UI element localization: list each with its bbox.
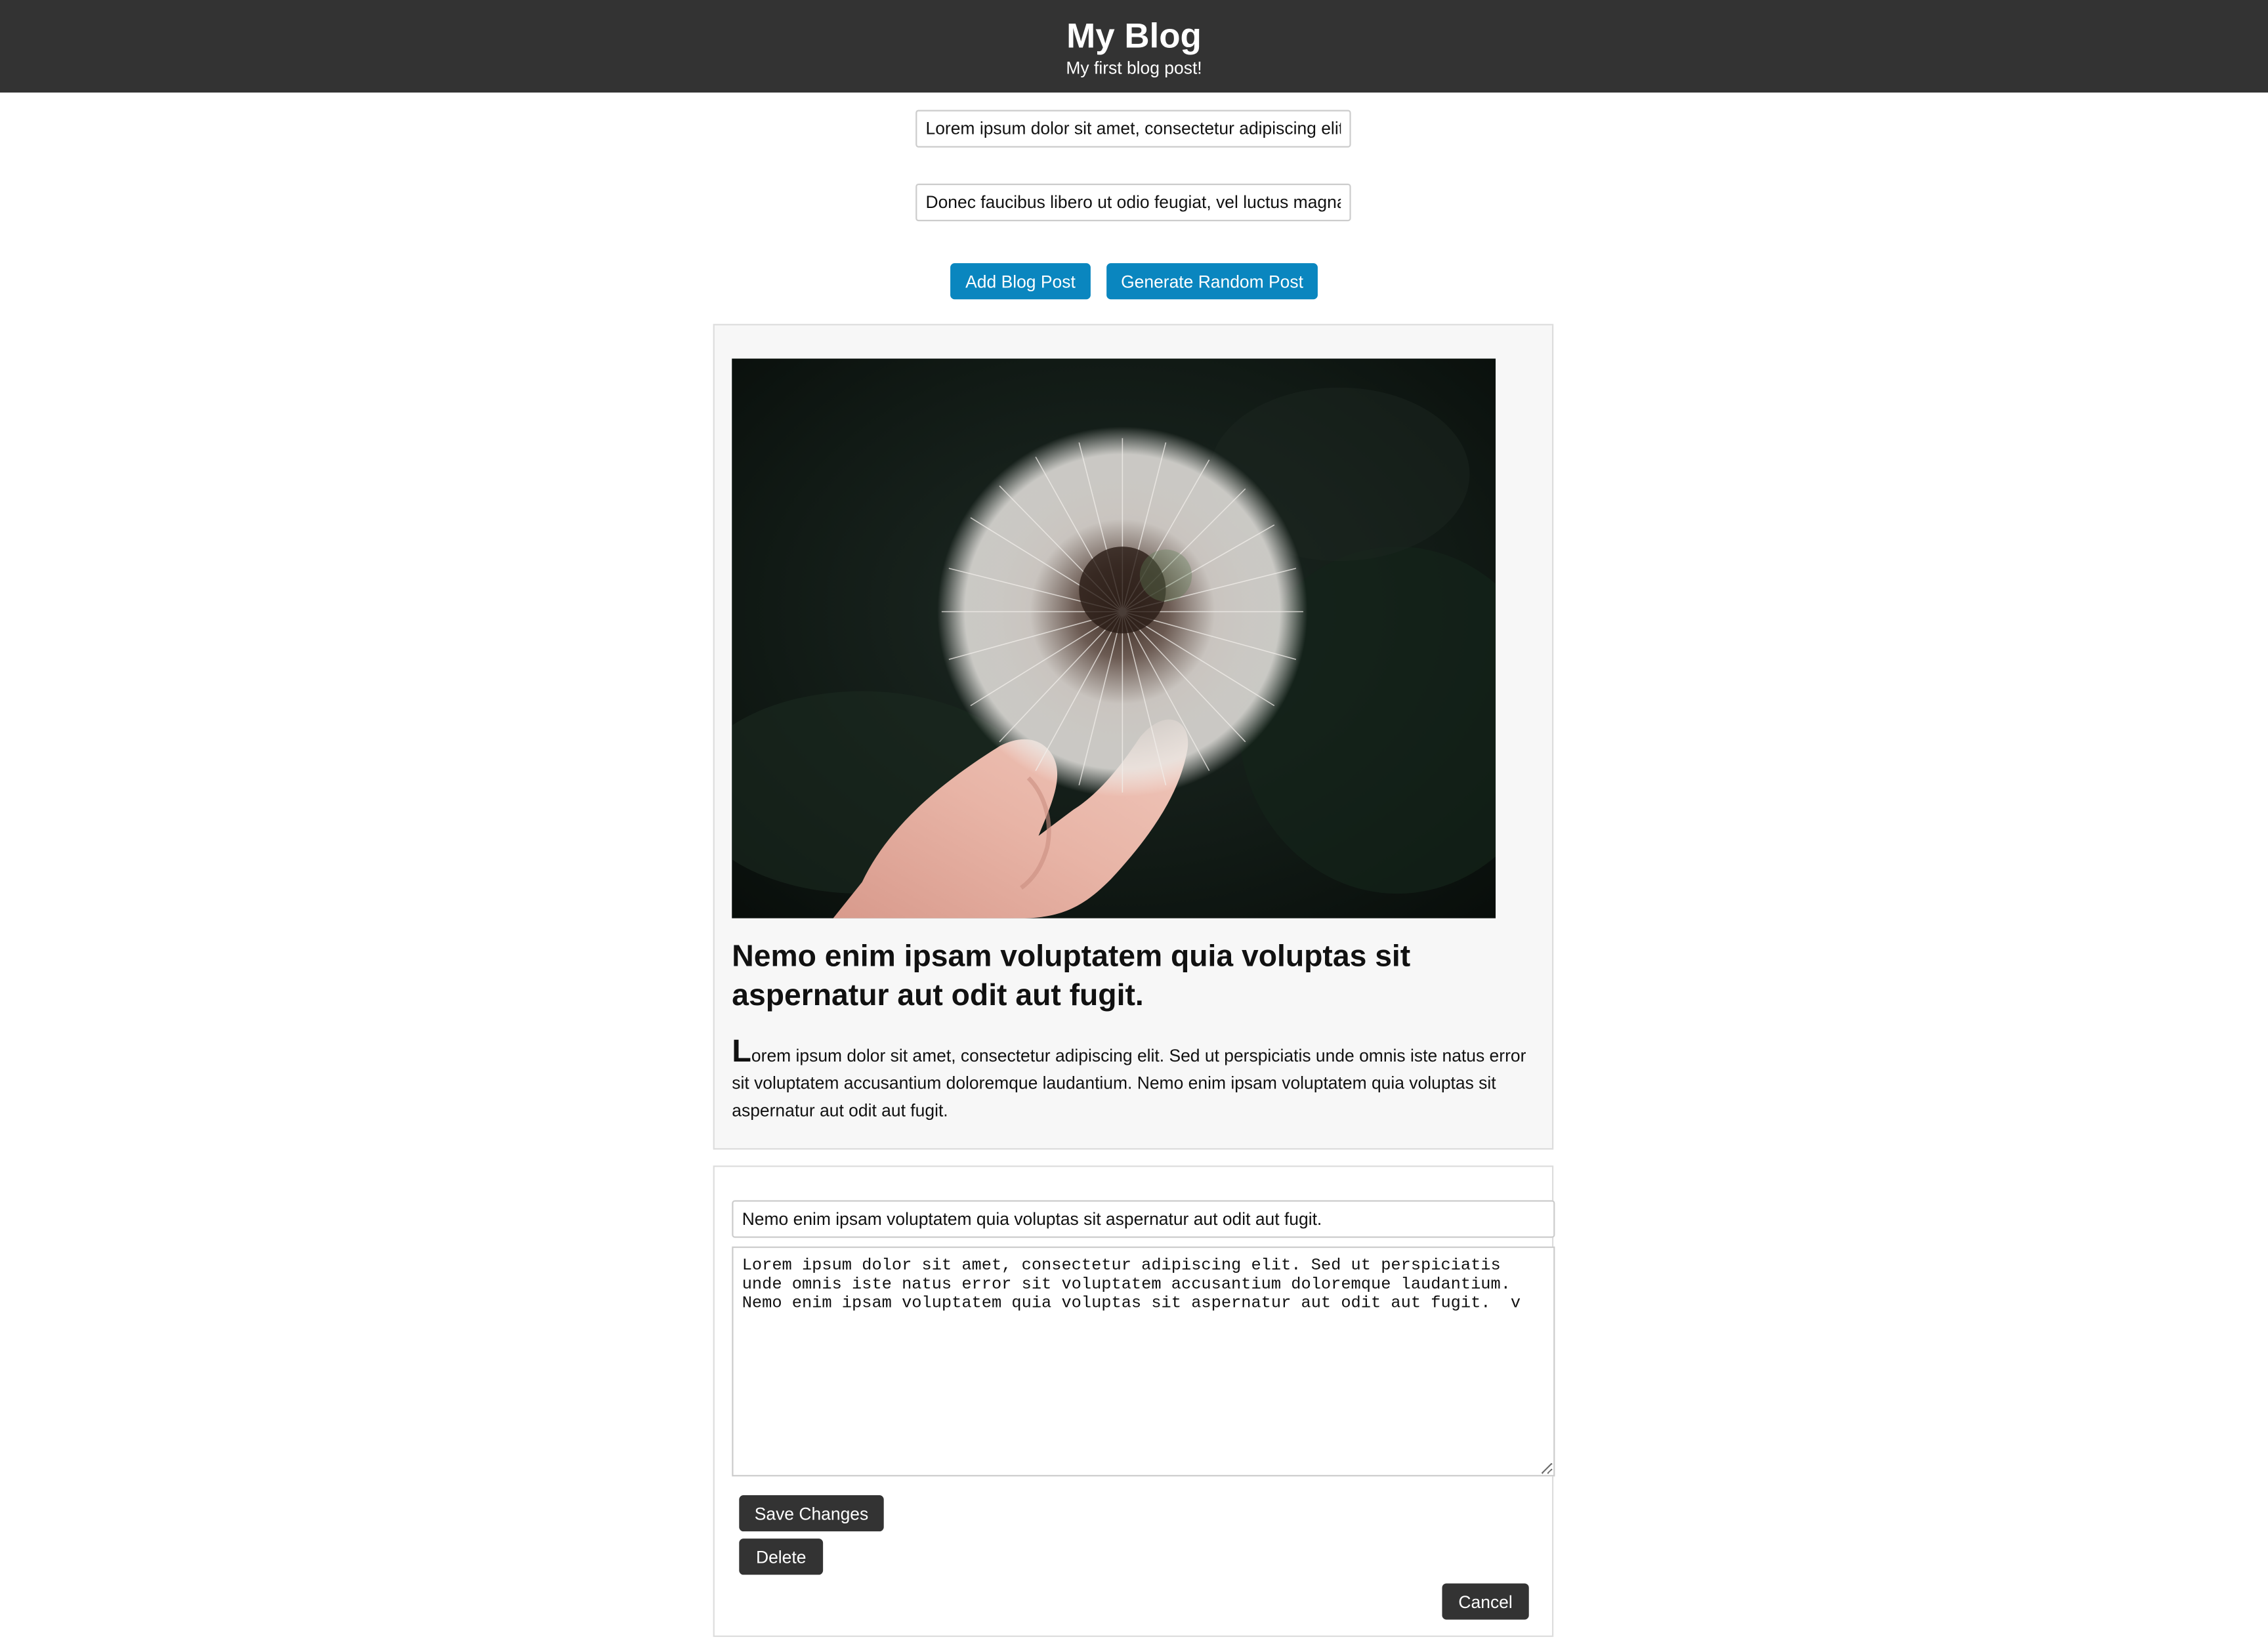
- cancel-button[interactable]: Cancel: [1442, 1583, 1529, 1620]
- post-body: Lorem ipsum dolor sit amet, consectetur …: [732, 1035, 1530, 1125]
- blog-post-card: Nemo enim ipsam voluptatem quia voluptas…: [713, 323, 1554, 1150]
- post-content-input[interactable]: [915, 183, 1351, 222]
- drop-cap: L: [732, 1032, 751, 1069]
- edit-title-input[interactable]: [732, 1200, 1555, 1238]
- site-subtitle: My first blog post!: [1066, 58, 1202, 79]
- page: My Blog My first blog post! Add Blog Pos…: [0, 0, 2268, 1651]
- dandelion-photo: [732, 358, 1496, 919]
- post-title: Nemo enim ipsam voluptatem quia voluptas…: [732, 940, 1411, 1012]
- post-body-text: orem ipsum dolor sit amet, consectetur a…: [732, 1045, 1526, 1121]
- edit-post-card: Lorem ipsum dolor sit amet, consectetur …: [713, 1165, 1555, 1638]
- post-title-input[interactable]: [915, 110, 1351, 148]
- site-header: My Blog My first blog post!: [0, 0, 2268, 93]
- edit-content-textarea[interactable]: Lorem ipsum dolor sit amet, consectetur …: [732, 1246, 1555, 1477]
- generate-random-post-button[interactable]: Generate Random Post: [1106, 263, 1318, 300]
- add-blog-post-button[interactable]: Add Blog Post: [950, 263, 1091, 300]
- delete-button[interactable]: Delete: [739, 1538, 824, 1575]
- save-changes-button[interactable]: Save Changes: [739, 1495, 884, 1532]
- site-title: My Blog: [1066, 17, 1202, 56]
- post-image: [732, 358, 1496, 919]
